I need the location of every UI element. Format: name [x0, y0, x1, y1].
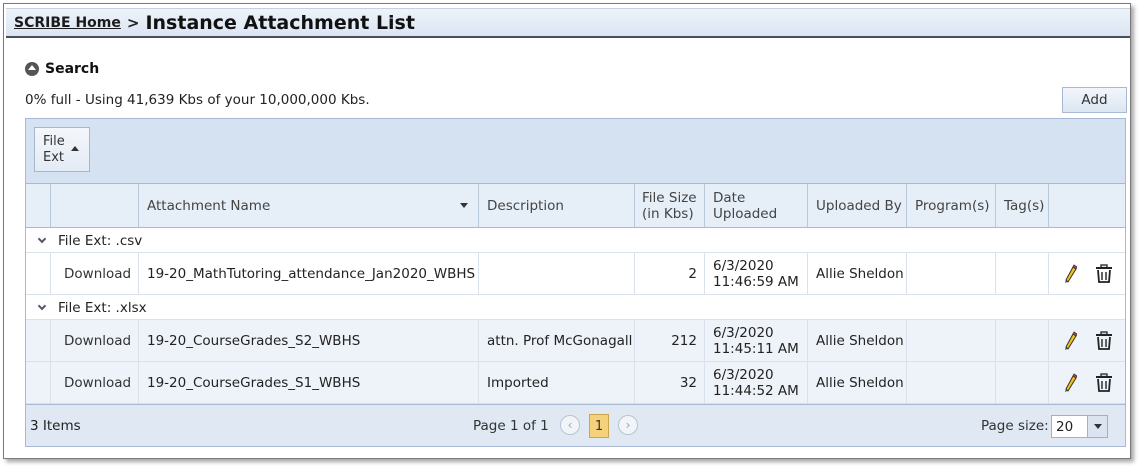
grid-footer: 3 Items Page 1 of 1 ‹ 1 › Page size: 20: [26, 404, 1125, 446]
page-size-select[interactable]: 20: [1051, 415, 1108, 438]
header-file-size[interactable]: File Size (in Kbs): [634, 184, 704, 227]
header-file-size-line2: (in Kbs): [642, 205, 694, 222]
cell-description: attn. Prof McGonagall: [478, 320, 634, 361]
header-programs-label: Program(s): [915, 197, 990, 214]
trash-icon[interactable]: [1095, 263, 1113, 284]
group-row-label: File Ext: .xlsx: [58, 299, 147, 316]
download-link[interactable]: Download: [64, 333, 131, 349]
cell-date: 6/3/2020: [713, 366, 774, 383]
group-chip-label-line1: File: [43, 134, 65, 149]
header-uploaded-by-label: Uploaded By: [816, 197, 902, 214]
group-row-csv: File Ext: .csv: [26, 229, 1125, 253]
cell-programs: [906, 362, 995, 403]
sort-ascending-icon: [71, 146, 79, 151]
table-row: Download 19-20_CourseGrades_S2_WBHS attn…: [26, 320, 1125, 362]
cell-attachment-name: 19-20_MathTutoring_attendance_Jan2020_WB…: [138, 253, 478, 294]
header-file-size-line1: File Size: [642, 189, 697, 206]
header-tags-label: Tag(s): [1004, 197, 1045, 214]
header-attachment-name[interactable]: Attachment Name: [138, 184, 478, 227]
cell-uploaded-by: Allie Sheldon: [807, 253, 906, 294]
pager-text: Page 1 of 1: [473, 418, 549, 434]
header-uploaded-by[interactable]: Uploaded By: [807, 184, 906, 227]
cell-uploaded-by: Allie Sheldon: [807, 320, 906, 361]
header-programs[interactable]: Program(s): [906, 184, 995, 227]
attachment-grid: File Ext Attachment Name Description Fil…: [25, 118, 1126, 447]
page-number-button[interactable]: 1: [589, 414, 609, 438]
cell-date: 6/3/2020: [713, 324, 774, 341]
cell-time: 11:44:52 AM: [713, 382, 799, 399]
column-header-row: Attachment Name Description File Size (i…: [26, 184, 1125, 228]
breadcrumb-separator: >: [126, 13, 140, 32]
circle-chevron-up-icon[interactable]: [25, 62, 39, 76]
storage-quota-text: 0% full - Using 41,639 Kbs of your 10,00…: [25, 92, 370, 108]
cell-attachment-name: 19-20_CourseGrades_S2_WBHS: [138, 320, 478, 361]
chevron-down-icon[interactable]: [26, 234, 58, 244]
pencil-icon[interactable]: [1063, 372, 1077, 393]
next-page-icon[interactable]: ›: [618, 415, 638, 435]
group-row-xlsx: File Ext: .xlsx: [26, 296, 1125, 320]
cell-date: 6/3/2020: [713, 257, 774, 274]
header-date-line1: Date: [713, 189, 746, 206]
group-chip-label-line2: Ext: [43, 150, 65, 165]
table-row: Download 19-20_MathTutoring_attendance_J…: [26, 253, 1125, 295]
header-group-indent: [26, 184, 50, 227]
download-link[interactable]: Download: [64, 375, 131, 391]
header-tags[interactable]: Tag(s): [995, 184, 1048, 227]
header-date-uploaded[interactable]: Date Uploaded: [704, 184, 807, 227]
add-button[interactable]: Add: [1062, 87, 1127, 113]
trash-icon[interactable]: [1095, 330, 1113, 351]
cell-tags: [995, 320, 1048, 361]
page-title: Instance Attachment List: [145, 11, 415, 34]
breadcrumb-home-link[interactable]: SCRIBE Home: [14, 15, 121, 31]
group-row-label: File Ext: .csv: [58, 232, 143, 249]
cell-file-size: 212: [634, 320, 704, 361]
chevron-down-icon[interactable]: [26, 301, 58, 311]
header-description-label: Description: [487, 197, 564, 214]
cell-time: 11:46:59 AM: [713, 273, 799, 290]
group-chip-file-ext[interactable]: File Ext: [34, 127, 90, 172]
page-size-value: 20: [1056, 418, 1074, 435]
pencil-icon[interactable]: [1063, 330, 1077, 351]
group-by-panel: File Ext: [26, 119, 1125, 184]
header-attachment-name-label: Attachment Name: [147, 197, 271, 214]
download-link[interactable]: Download: [64, 266, 131, 282]
cell-time: 11:45:11 AM: [713, 340, 799, 357]
header-action: [50, 184, 138, 227]
cell-description: Imported: [478, 362, 634, 403]
trash-icon[interactable]: [1095, 372, 1113, 393]
cell-tags: [995, 362, 1048, 403]
header-date-line2: Uploaded: [713, 205, 778, 222]
header-description[interactable]: Description: [478, 184, 634, 227]
chevron-down-icon[interactable]: [1087, 416, 1107, 437]
page-size-label: Page size:: [981, 418, 1049, 434]
cell-uploaded-by: Allie Sheldon: [807, 362, 906, 403]
cell-tags: [995, 253, 1048, 294]
prev-page-icon[interactable]: ‹: [560, 415, 580, 435]
cell-attachment-name: 19-20_CourseGrades_S1_WBHS: [138, 362, 478, 403]
search-label: Search: [45, 61, 100, 77]
cell-programs: [906, 320, 995, 361]
table-row: Download 19-20_CourseGrades_S1_WBHS Impo…: [26, 362, 1125, 404]
header-actions: [1048, 184, 1125, 227]
title-bar: SCRIBE Home > Instance Attachment List: [6, 8, 1130, 38]
sort-descending-icon: [460, 203, 468, 208]
search-toggle[interactable]: Search: [25, 61, 99, 77]
cell-file-size: 32: [634, 362, 704, 403]
pencil-icon[interactable]: [1063, 263, 1077, 284]
cell-programs: [906, 253, 995, 294]
items-count: 3 Items: [30, 418, 81, 434]
cell-file-size: 2: [634, 253, 704, 294]
cell-description: [478, 253, 634, 294]
